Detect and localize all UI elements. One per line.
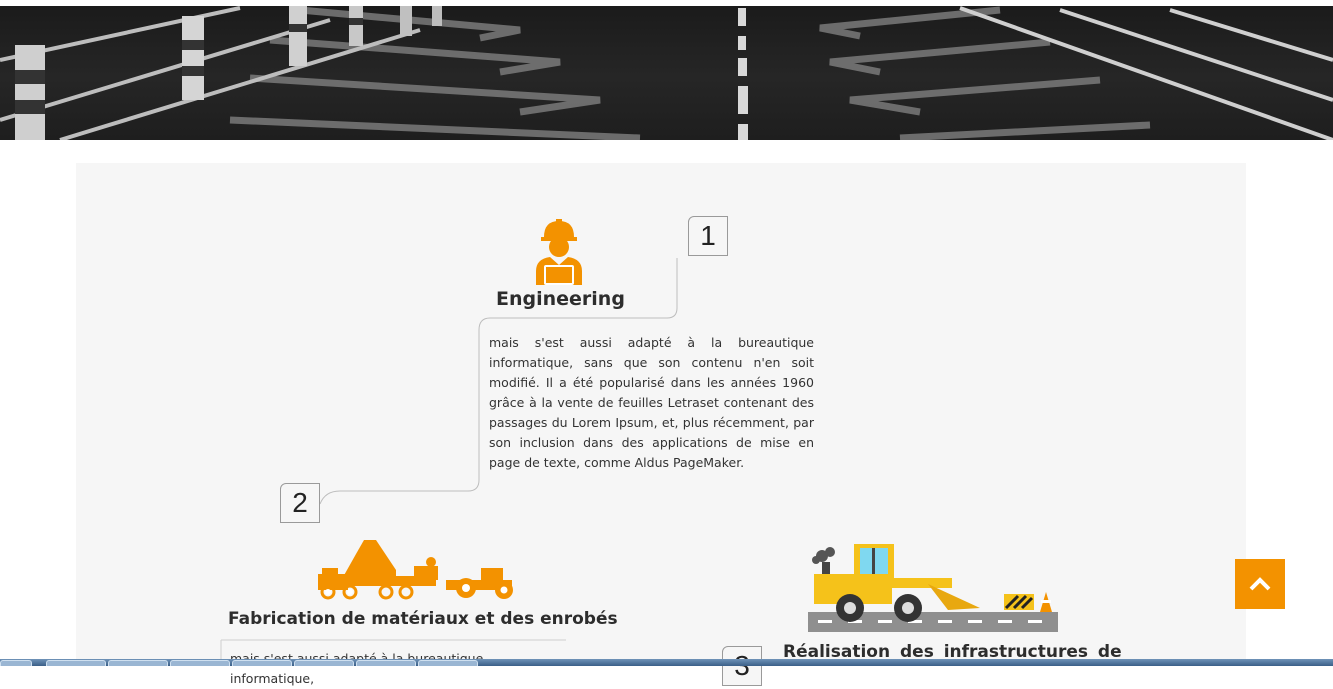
step-title-fabrication: Fabrication de matériaux et des enrobés <box>228 609 618 629</box>
road-machinery-icon <box>316 540 518 600</box>
taskbar-item[interactable] <box>46 660 106 666</box>
taskbar-item[interactable] <box>232 660 292 666</box>
chevron-up-icon <box>1249 577 1271 591</box>
os-taskbar <box>0 659 1333 666</box>
taskbar-item[interactable] <box>170 660 230 666</box>
step-number-2: 2 <box>280 483 320 523</box>
step-title-engineering: Engineering <box>496 288 625 310</box>
step-description-engineering: mais s'est aussi adapté à la bureautique… <box>489 335 814 470</box>
start-button[interactable] <box>0 660 32 666</box>
step-number-1: 1 <box>688 216 728 256</box>
hero-banner <box>0 0 1333 140</box>
road-image <box>0 0 1333 140</box>
taskbar-item[interactable] <box>294 660 354 666</box>
step-number-3: 3 <box>722 646 762 686</box>
back-to-top-button[interactable] <box>1235 559 1285 609</box>
taskbar-item[interactable] <box>418 660 478 666</box>
step-description-fabrication: mais s'est aussi adapté à la bureautique… <box>230 651 483 686</box>
engineer-icon <box>532 219 586 285</box>
bulldozer-icon <box>808 544 1060 634</box>
taskbar-item[interactable] <box>356 660 416 666</box>
taskbar-item[interactable] <box>108 660 168 666</box>
